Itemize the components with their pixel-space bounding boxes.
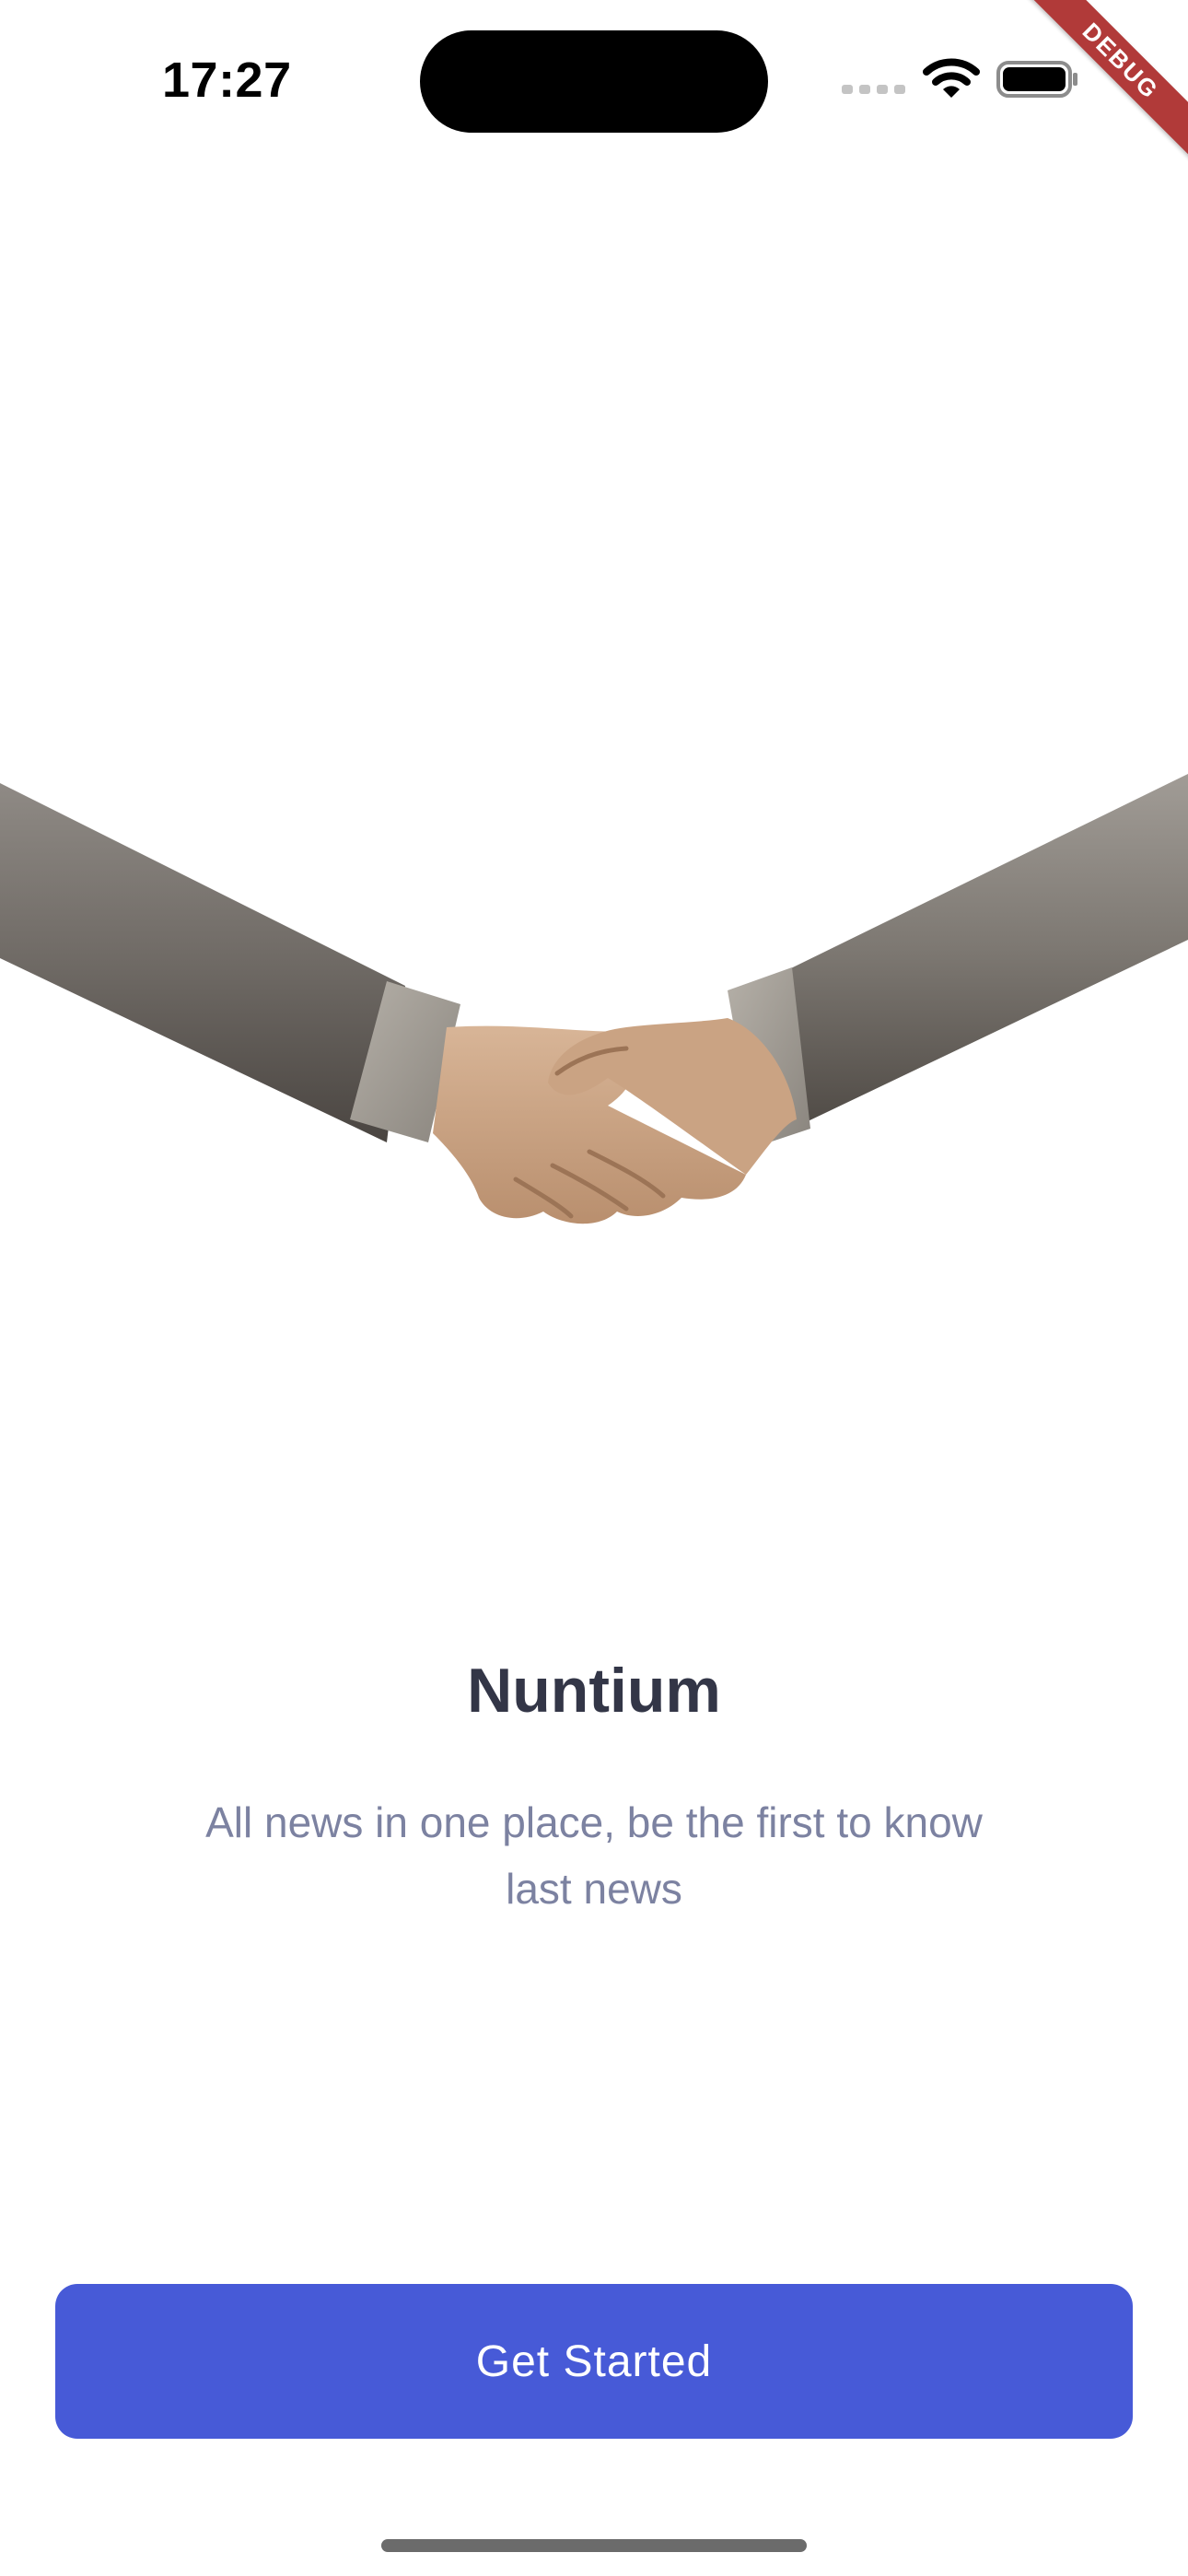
signal-icon bbox=[842, 85, 905, 94]
dynamic-island bbox=[420, 30, 768, 133]
wifi-icon bbox=[923, 58, 980, 98]
home-indicator[interactable] bbox=[381, 2539, 807, 2552]
app-subtitle: All news in one place, be the first to k… bbox=[205, 1798, 983, 1913]
battery-icon bbox=[996, 61, 1077, 98]
status-time: 17:27 bbox=[162, 53, 292, 108]
get-started-button[interactable]: Get Started bbox=[55, 2284, 1133, 2439]
app-title: Nuntium bbox=[467, 1656, 721, 1726]
handshake-illustration bbox=[0, 774, 1188, 1224]
